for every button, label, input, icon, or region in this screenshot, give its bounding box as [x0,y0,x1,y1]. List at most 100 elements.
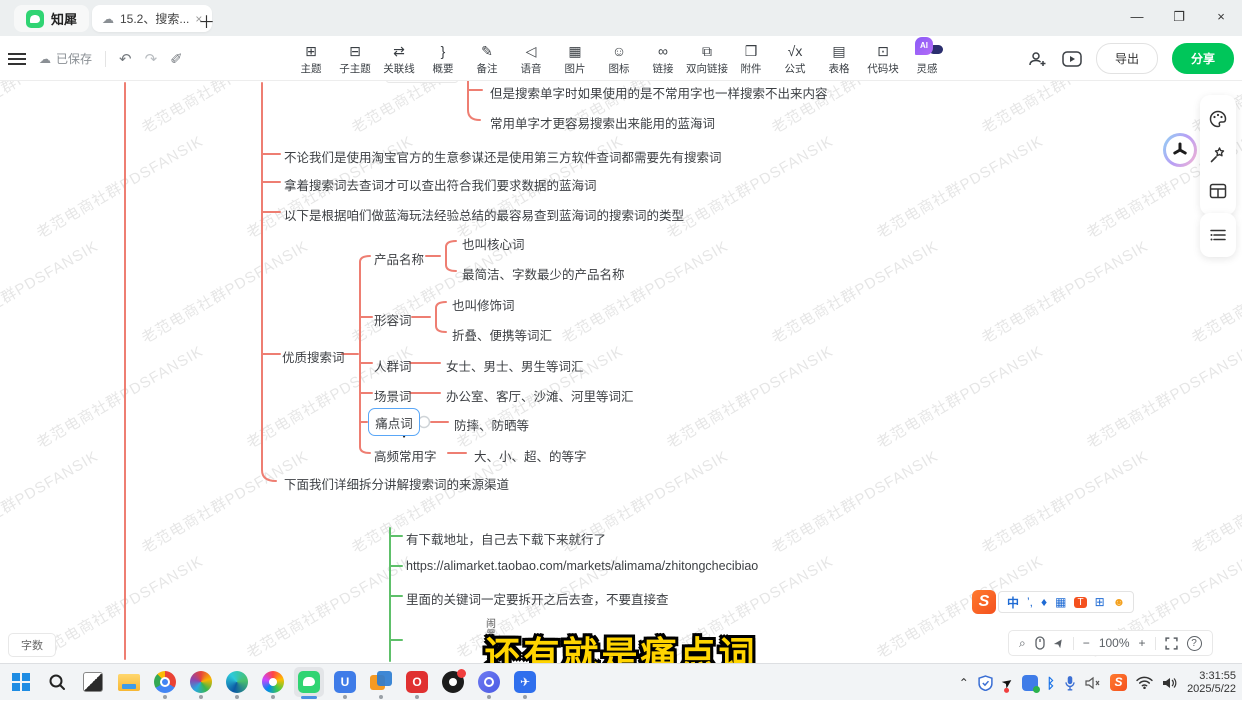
sogou-tray-icon[interactable]: S [1110,674,1127,691]
snipping-tool-app[interactable] [78,667,108,697]
node-concise-name[interactable]: 最简洁、字数最少的产品名称 [462,264,625,283]
node-modifier-word[interactable]: 也叫修饰词 [452,295,515,314]
node-fold-portable[interactable]: 折叠、便携等词汇 [452,325,552,344]
node-core-word[interactable]: 也叫核心词 [462,234,525,253]
tool-image[interactable]: ▦图片 [556,43,594,76]
tool-subtopic[interactable]: ⊟子主题 [336,43,374,76]
red-o-app[interactable]: O [402,667,432,697]
mindmap-canvas[interactable]: 老范电商社群PDSFANSIK老范电商社群PDSFANSIK老范电商社群PDSF… [0,81,1242,663]
voice-input-icon[interactable]: ♦ [1041,595,1047,609]
zhixi-app-active[interactable] [294,667,324,697]
document-tab-title: 15.2、搜索... [120,10,189,27]
node-adjective[interactable]: 形容词 [374,310,412,329]
node-scene-examples[interactable]: 办公室、客厅、沙滩、河里等词汇 [446,386,634,405]
tool-link[interactable]: ∞链接 [644,43,682,76]
node-split-keywords[interactable]: 里面的关键词一定要拆开之后去查，不要直接查 [406,589,669,608]
node-url[interactable]: https://alimarket.taobao.com/markets/ali… [406,559,758,573]
collaborators-icon[interactable] [1028,51,1048,67]
zhixi-logo-icon [26,10,44,28]
node-high-freq-examples[interactable]: 大、小、超、的等字 [474,446,587,465]
outline-list-icon[interactable] [1200,217,1236,253]
soft-keyboard-icon[interactable]: ▦ [1055,595,1066,609]
topic-icon: ⊞ [305,43,317,59]
tool-relation-line[interactable]: ⇄关联线 [380,43,418,76]
assistant-logo-button[interactable] [1163,133,1197,167]
security-shield-tray-icon[interactable] [978,675,993,691]
tool-formula[interactable]: √x公式 [776,43,814,76]
cloud-icon: ☁ [102,12,114,26]
node-crowd-word[interactable]: 人群词 [374,356,412,375]
wifi-tray-icon[interactable] [1136,676,1153,689]
colorful-media-app[interactable] [258,667,288,697]
node-high-freq-char[interactable]: 高频常用字 [374,446,437,465]
clock-time: 3:31:55 [1187,670,1236,683]
emoji-input-icon[interactable]: ☻ [1113,595,1126,609]
browser-360-app[interactable] [186,667,216,697]
node-single-char-warning[interactable]: 但是搜索单字时如果使用的是不常用字也一样搜索不出来内容 [490,83,828,102]
tool-attachment[interactable]: ❒附件 [732,43,770,76]
remote-tool-tray-icon[interactable] [1022,675,1038,691]
new-tab-button[interactable]: ＋ [198,8,215,33]
restore-button[interactable]: ❐ [1158,0,1200,36]
app-home-tab[interactable]: 知犀 [14,5,89,32]
share-button[interactable]: 分享 [1172,43,1234,74]
minimize-button[interactable]: — [1116,0,1158,36]
purple-circle-app[interactable] [474,667,504,697]
node-common-char[interactable]: 常用单字才更容易搜索出来能用的蓝海词 [490,113,715,132]
tool-table[interactable]: ▤表格 [820,43,858,76]
overlap-squares-app[interactable] [366,667,396,697]
node-pain-point-examples[interactable]: 防摔、防晒等 [454,415,529,434]
redo-button[interactable]: ↷ [145,50,158,68]
close-button[interactable]: × [1200,0,1242,36]
note-icon: ✎ [481,43,493,59]
video-tutorial-icon[interactable] [1062,51,1082,67]
microphone-tray-icon[interactable] [1064,675,1076,691]
node-need-search-word[interactable]: 不论我们是使用淘宝官方的生意参谋还是使用第三方软件查词都需要先有搜索词 [284,147,722,166]
file-explorer-app[interactable] [114,667,144,697]
export-button[interactable]: 导出 [1096,43,1158,74]
taskbar-search-button[interactable] [42,667,72,697]
tool-icon-sticker[interactable]: ☺图标 [600,43,638,76]
blue-flag-app[interactable]: ✈ [510,667,540,697]
volume-tray-icon[interactable] [1162,676,1178,690]
tool-code-block[interactable]: ⊡代码块 [864,43,902,76]
node-scene-word[interactable]: 场景词 [374,386,412,405]
node-query-with-word[interactable]: 拿着搜索词去查词才可以查出符合我们要求数据的蓝海词 [284,175,597,194]
node-crowd-examples[interactable]: 女士、男士、男生等词汇 [446,356,584,375]
node-experience-types[interactable]: 以下是根据咱们做蓝海玩法经验总结的最容易查到蓝海词的搜索词的类型 [284,205,684,224]
tray-chevron-icon[interactable]: ⌃ [959,676,969,690]
tool-voice[interactable]: ◁语音 [512,43,550,76]
undo-button[interactable]: ↶ [119,50,132,68]
obs-app[interactable] [438,667,468,697]
node-product-name[interactable]: 产品名称 [374,249,424,268]
skin-icon[interactable]: T [1074,597,1086,608]
tool-summary[interactable]: }概要 [424,43,462,76]
edge-app[interactable] [222,667,252,697]
tool-inspiration[interactable]: AI 灵感 [908,43,946,76]
audio-device-tray-icon[interactable] [1085,676,1101,690]
node-source-channels[interactable]: 下面我们详细拆分讲解搜索词的来源渠道 [284,474,509,493]
tool-bidirectional-link[interactable]: ⧉双向链接 [688,43,726,76]
taskbar-clock[interactable]: 3:31:55 2025/5/22 [1187,670,1236,696]
utools-app[interactable]: U [330,667,360,697]
format-painter-icon[interactable]: ✐ [170,50,183,68]
sogou-logo-icon[interactable]: S [972,590,996,614]
tool-topic[interactable]: ⊞主题 [292,43,330,76]
telegram-tray-icon[interactable]: ➤ [998,673,1016,692]
beautify-wand-icon[interactable] [1200,137,1236,173]
chinese-mode-icon[interactable]: 中 [1007,594,1019,611]
structure-layout-icon[interactable] [1200,173,1236,209]
node-download-address[interactable]: 有下载地址，自己去下载下来就行了 [406,529,606,548]
theme-palette-icon[interactable] [1200,101,1236,137]
menu-icon[interactable] [8,53,26,65]
start-button[interactable] [6,667,36,697]
chrome-app[interactable] [150,667,180,697]
toolbox-icon[interactable]: ⊞ [1095,595,1105,609]
clipped-node[interactable] [386,81,458,83]
node-pain-point-word-selected[interactable]: 痛点词 [368,408,420,436]
node-quality-search-word[interactable]: 优质搜索词 [282,347,345,366]
tool-note[interactable]: ✎备注 [468,43,506,76]
bluetooth-tray-icon[interactable]: ᛒ [1047,675,1055,691]
document-tab[interactable]: ☁ 15.2、搜索... × [92,5,212,32]
punctuation-icon[interactable]: ’, [1027,595,1033,609]
